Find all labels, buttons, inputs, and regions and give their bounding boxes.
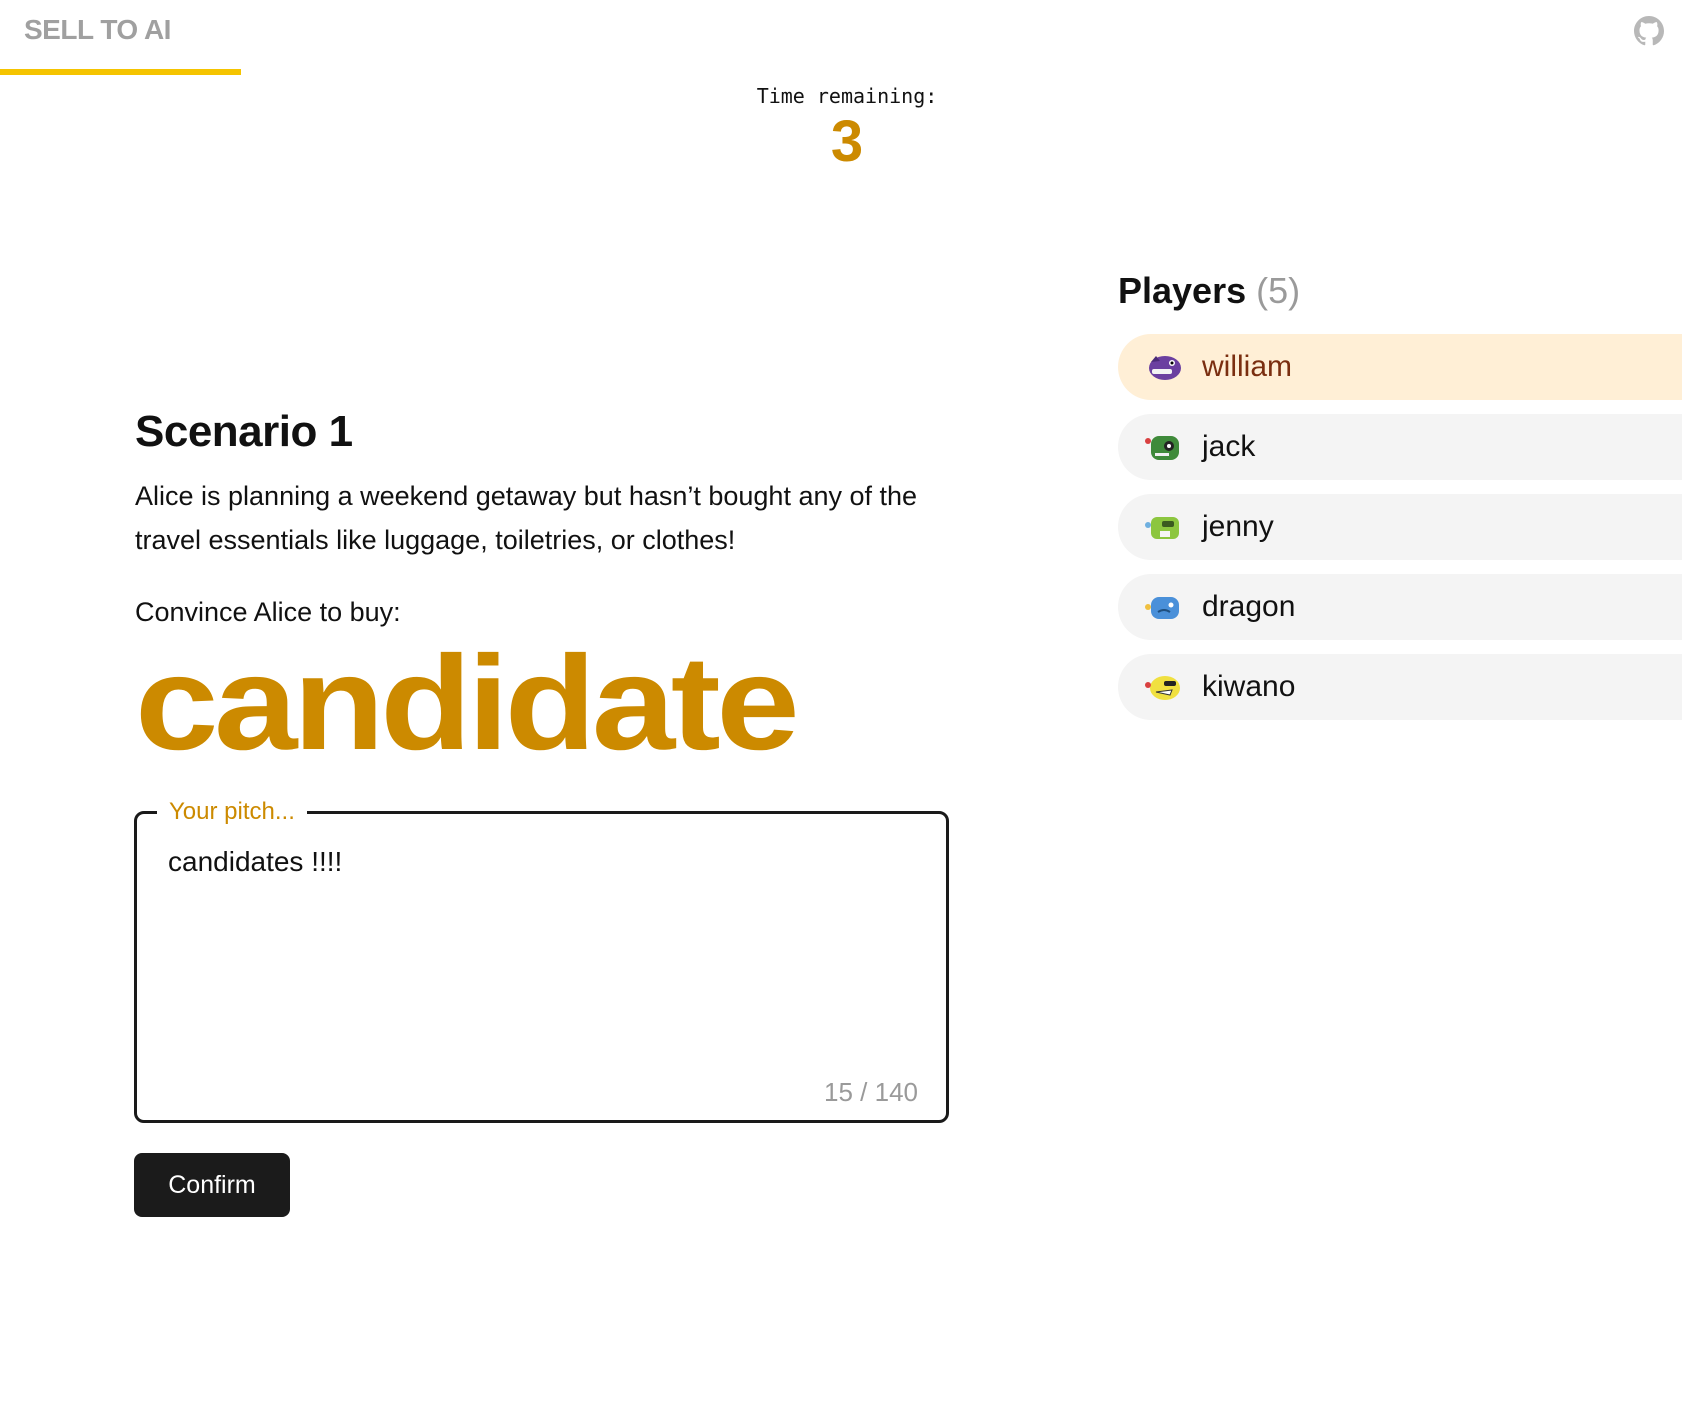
player-name: william: [1202, 350, 1292, 383]
product-word: candidate: [135, 629, 800, 778]
player-item: kiwano: [1118, 654, 1682, 720]
player-name: dragon: [1202, 590, 1296, 623]
player-name: jack: [1202, 430, 1256, 463]
player-item: jack: [1118, 414, 1682, 480]
player-item: william: [1118, 334, 1682, 400]
green-monster-icon: [1145, 436, 1179, 460]
player-list: william jack jenny dragon kiwano: [1118, 334, 1682, 720]
blue-monster-icon: [1145, 597, 1179, 619]
timer-label: Time remaining:: [756, 84, 938, 108]
player-item: dragon: [1118, 574, 1682, 640]
lime-monster-icon: [1145, 517, 1179, 539]
character-counter: 15 / 140: [824, 1077, 918, 1107]
player-name: jenny: [1202, 510, 1274, 543]
scenario-description: Alice is planning a weekend getaway but …: [135, 481, 918, 555]
timer-value: 3: [830, 109, 864, 174]
scenario-panel: Scenario 1 Alice is planning a weekend g…: [135, 400, 955, 774]
pitch-input-value[interactable]: candidates !!!!: [168, 842, 342, 882]
confirm-button[interactable]: Confirm: [134, 1153, 290, 1217]
players-heading: Players (5): [1118, 266, 1682, 316]
players-count: (5): [1256, 270, 1301, 311]
pitch-textarea[interactable]: Your pitch... candidates !!!! 15 / 140: [134, 792, 949, 1123]
brand-tab[interactable]: SELL TO AI: [0, 0, 241, 75]
scenario-title: Scenario 1: [135, 407, 353, 456]
github-icon[interactable]: [1634, 16, 1664, 46]
player-name: kiwano: [1202, 670, 1296, 703]
player-item: jenny: [1118, 494, 1682, 560]
page: SELL TO AI Time remaining: 3 Scenario 1 …: [0, 0, 1682, 1414]
brand-logo[interactable]: SELL TO AI: [24, 14, 171, 46]
players-panel: Players (5) william jack jenny dragon ki…: [1118, 266, 1682, 734]
yellow-monster-icon: [1145, 676, 1180, 700]
purple-monster-icon: [1149, 356, 1181, 380]
convince-label: Convince Alice to buy:: [135, 597, 401, 627]
timer: Time remaining: 3: [0, 84, 1682, 174]
pitch-legend: Your pitch...: [157, 792, 307, 832]
players-title: Players: [1118, 270, 1247, 311]
